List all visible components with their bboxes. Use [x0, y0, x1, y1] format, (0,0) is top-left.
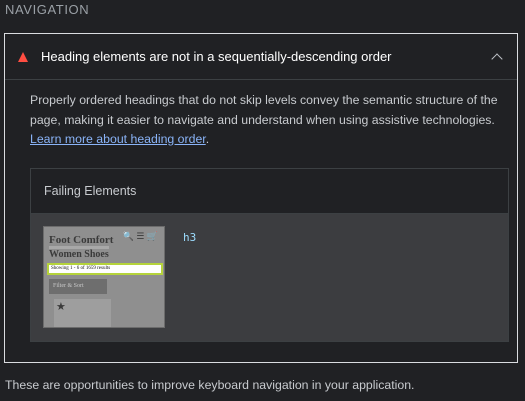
audit-heading-order: Heading elements are not in a sequential…: [4, 33, 518, 363]
section-footer-text: These are opportunities to improve keybo…: [5, 378, 415, 392]
thumbnail-brand: Foot Comfort: [49, 234, 114, 246]
thumbnail-toolbar-icons: 🔍 ☰ 🛒: [122, 231, 158, 241]
audit-header[interactable]: Heading elements are not in a sequential…: [5, 34, 517, 80]
chevron-up-icon[interactable]: [491, 52, 503, 65]
section-title: NAVIGATION: [5, 2, 90, 17]
failing-element-row[interactable]: Foot Comfort 🔍 ☰ 🛒 Women Shoes Showing 1…: [31, 214, 508, 341]
fail-triangle-icon: [18, 51, 28, 62]
audit-title: Heading elements are not in a sequential…: [41, 49, 392, 64]
star-icon: ★: [56, 301, 66, 313]
lighthouse-report: NAVIGATION Heading elements are not in a…: [0, 0, 525, 401]
description-suffix: .: [205, 132, 210, 146]
failing-elements-table: Failing Elements Foot Comfort 🔍 ☰ 🛒 Wome…: [30, 168, 509, 342]
failing-elements-header: Failing Elements: [31, 169, 508, 214]
element-code-snippet[interactable]: h3: [183, 231, 196, 244]
learn-more-link[interactable]: Learn more about heading order: [30, 132, 206, 146]
thumbnail-heading: Women Shoes: [49, 249, 109, 260]
element-screenshot-thumbnail[interactable]: Foot Comfort 🔍 ☰ 🛒 Women Shoes Showing 1…: [43, 226, 165, 328]
thumbnail-filter-button: Filter & Sort: [49, 279, 107, 294]
thumbnail-highlighted-element: Showing 1 - 6 of 1659 results: [47, 263, 163, 275]
audit-description: Properly ordered headings that do not sk…: [30, 91, 500, 150]
description-text: Properly ordered headings that do not sk…: [30, 93, 498, 127]
